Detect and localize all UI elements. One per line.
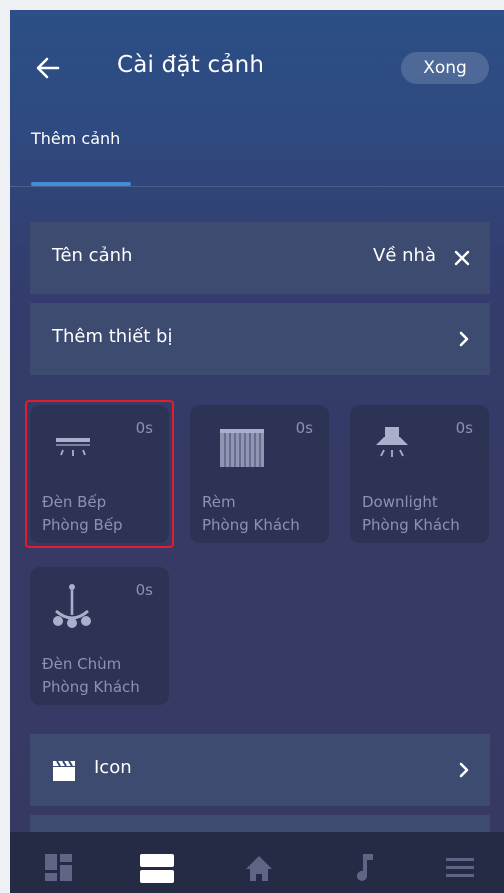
delay-label: 0s xyxy=(455,419,473,437)
device-room: Phòng Khách xyxy=(362,516,460,534)
scene-name-value: Về nhà xyxy=(373,245,436,266)
scene-name-row[interactable]: Tên cảnh Về nhà xyxy=(30,222,490,294)
done-button[interactable]: Xong xyxy=(401,52,489,84)
back-arrow-icon[interactable] xyxy=(34,54,62,82)
scene-name-label: Tên cảnh xyxy=(52,245,133,266)
menu-icon[interactable] xyxy=(442,846,478,886)
device-room: Phòng Bếp xyxy=(42,516,123,534)
device-room: Phòng Khách xyxy=(202,516,300,534)
page-title: Cài đặt cảnh xyxy=(117,52,265,78)
device-title: Rèm xyxy=(202,493,236,511)
device-card[interactable]: 0s Đèn Chùm Phòng Khách xyxy=(30,567,169,705)
device-card[interactable]: 0s Rèm Phòng Khách xyxy=(190,405,329,543)
device-card[interactable]: 0s Đèn Bếp Phòng Bếp xyxy=(30,405,169,543)
downlight-icon xyxy=(376,427,408,457)
curtain-icon xyxy=(220,429,264,467)
device-card[interactable]: 0s Downlight Phòng Khách xyxy=(350,405,489,543)
chandelier-icon xyxy=(53,584,91,628)
app-header: Cài đặt cảnh Xong xyxy=(10,10,504,130)
add-device-label: Thêm thiết bị xyxy=(52,326,173,347)
bottom-navigation xyxy=(10,832,504,893)
device-name: Đèn Chùm Phòng Khách xyxy=(42,653,140,699)
clear-icon[interactable] xyxy=(452,248,472,268)
device-title: Đèn Bếp xyxy=(42,493,107,511)
home-icon[interactable] xyxy=(241,846,277,886)
delay-label: 0s xyxy=(295,419,313,437)
music-icon[interactable] xyxy=(346,846,382,886)
chevron-right-icon xyxy=(459,331,469,347)
device-name: Rèm Phòng Khách xyxy=(202,491,300,537)
delay-label: 0s xyxy=(135,581,153,599)
dashboard-icon[interactable] xyxy=(41,846,77,886)
device-title: Downlight xyxy=(362,493,438,511)
scene-icon-label: Icon xyxy=(94,757,132,778)
header-divider xyxy=(10,186,504,187)
device-title: Đèn Chùm xyxy=(42,655,122,673)
ceiling-light-icon xyxy=(56,438,90,456)
device-room: Phòng Khách xyxy=(42,678,140,696)
chevron-right-icon xyxy=(459,762,469,778)
device-name: Downlight Phòng Khách xyxy=(362,491,460,537)
tab-add-scene[interactable]: Thêm cảnh xyxy=(31,129,120,148)
clapperboard-icon xyxy=(53,760,75,781)
delay-label: 0s xyxy=(135,419,153,437)
add-device-row[interactable]: Thêm thiết bị xyxy=(30,303,490,375)
scenes-icon[interactable] xyxy=(137,846,177,886)
scene-icon-row[interactable]: Icon xyxy=(30,734,490,806)
scene-settings-screen: Cài đặt cảnh Xong Thêm cảnh Tên cảnh Về … xyxy=(10,10,504,893)
device-name: Đèn Bếp Phòng Bếp xyxy=(42,491,123,537)
